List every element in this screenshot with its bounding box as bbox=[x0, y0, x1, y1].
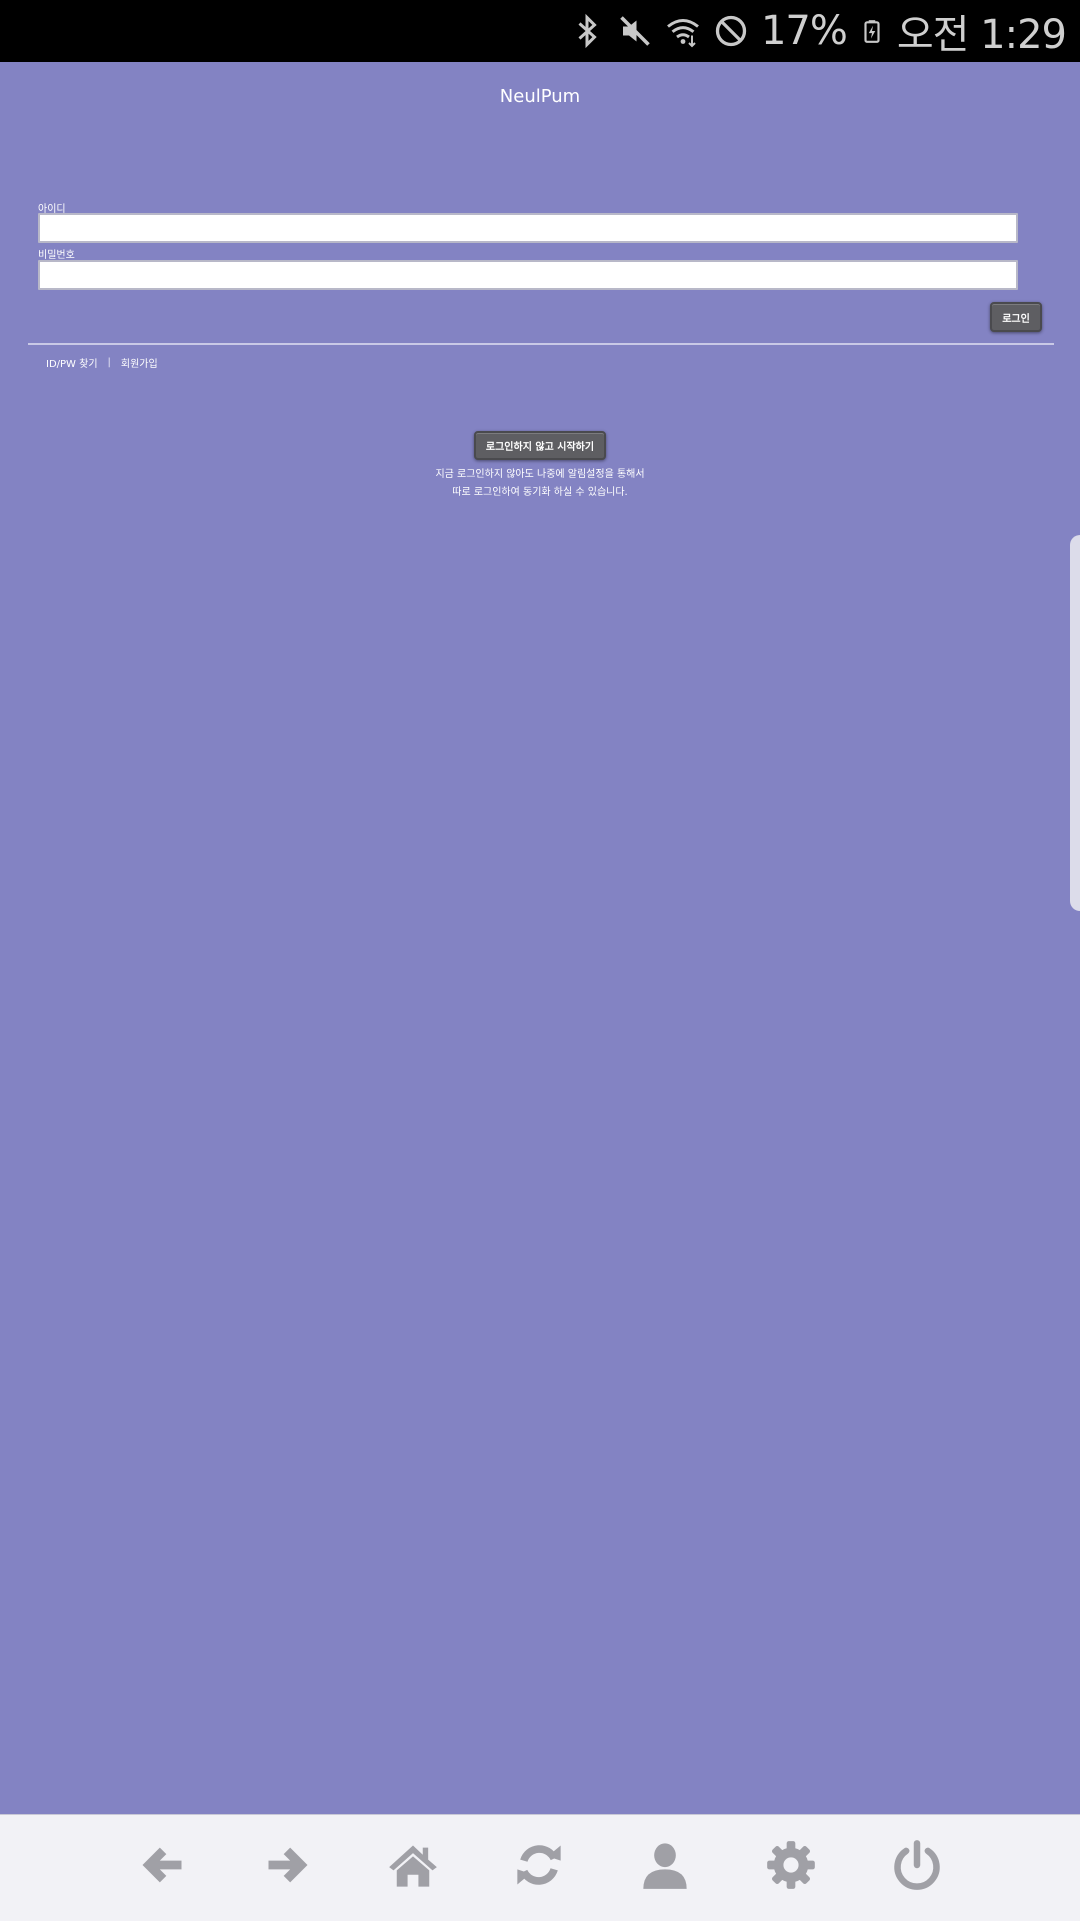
guest-description: 지금 로그인하지 않아도 나중에 알림설정을 통해서 따로 로그인하여 동기화 … bbox=[0, 466, 1080, 502]
wifi-icon bbox=[667, 19, 699, 48]
guest-description-line-1: 지금 로그인하지 않아도 나중에 알림설정을 통해서 bbox=[435, 469, 645, 480]
back-arrow-icon bbox=[142, 1847, 182, 1883]
forward-arrow-icon bbox=[268, 1847, 308, 1883]
clock: 오전 1:29 bbox=[896, 12, 1067, 58]
start-without-login-button[interactable]: 로그인하지 않고 시작하기 bbox=[474, 431, 606, 460]
settings-button[interactable] bbox=[761, 1835, 821, 1895]
battery-icon bbox=[864, 20, 880, 43]
password-label: 비밀번호 bbox=[38, 250, 75, 261]
edge-panel-handle[interactable] bbox=[1070, 535, 1080, 911]
link-separator: | bbox=[107, 357, 111, 368]
signup-link[interactable]: 회원가입 bbox=[121, 355, 158, 370]
battery-percent: 17% bbox=[760, 8, 848, 54]
user-button[interactable] bbox=[635, 1835, 695, 1895]
password-input[interactable] bbox=[38, 260, 1018, 290]
login-button[interactable]: 로그인 bbox=[990, 302, 1042, 332]
account-links: ID/PW 찾기 | 회원가입 bbox=[46, 355, 158, 370]
forward-button[interactable] bbox=[258, 1835, 318, 1895]
refresh-button[interactable] bbox=[509, 1835, 569, 1895]
mute-icon bbox=[620, 16, 650, 46]
id-input[interactable] bbox=[38, 213, 1018, 243]
home-icon bbox=[389, 1845, 437, 1887]
do-not-disturb-icon bbox=[715, 15, 747, 47]
bluetooth-icon bbox=[578, 13, 597, 49]
back-button[interactable] bbox=[132, 1835, 192, 1895]
app-title: NeulPum bbox=[499, 86, 581, 107]
find-id-pw-link[interactable]: ID/PW 찾기 bbox=[46, 355, 98, 370]
gear-icon bbox=[767, 1841, 815, 1889]
user-icon bbox=[643, 1843, 687, 1889]
refresh-icon bbox=[517, 1845, 561, 1885]
bottom-toolbar bbox=[0, 1814, 1080, 1921]
power-button[interactable] bbox=[887, 1835, 947, 1895]
home-button[interactable] bbox=[383, 1835, 443, 1895]
divider bbox=[28, 343, 1054, 345]
guest-description-line-2: 따로 로그인하여 동기화 하실 수 있습니다. bbox=[452, 487, 628, 498]
status-icons: 17% 오전 1:29 bbox=[569, 0, 1067, 62]
status-bar: 17% 오전 1:29 bbox=[0, 0, 1080, 62]
power-icon bbox=[894, 1840, 940, 1890]
